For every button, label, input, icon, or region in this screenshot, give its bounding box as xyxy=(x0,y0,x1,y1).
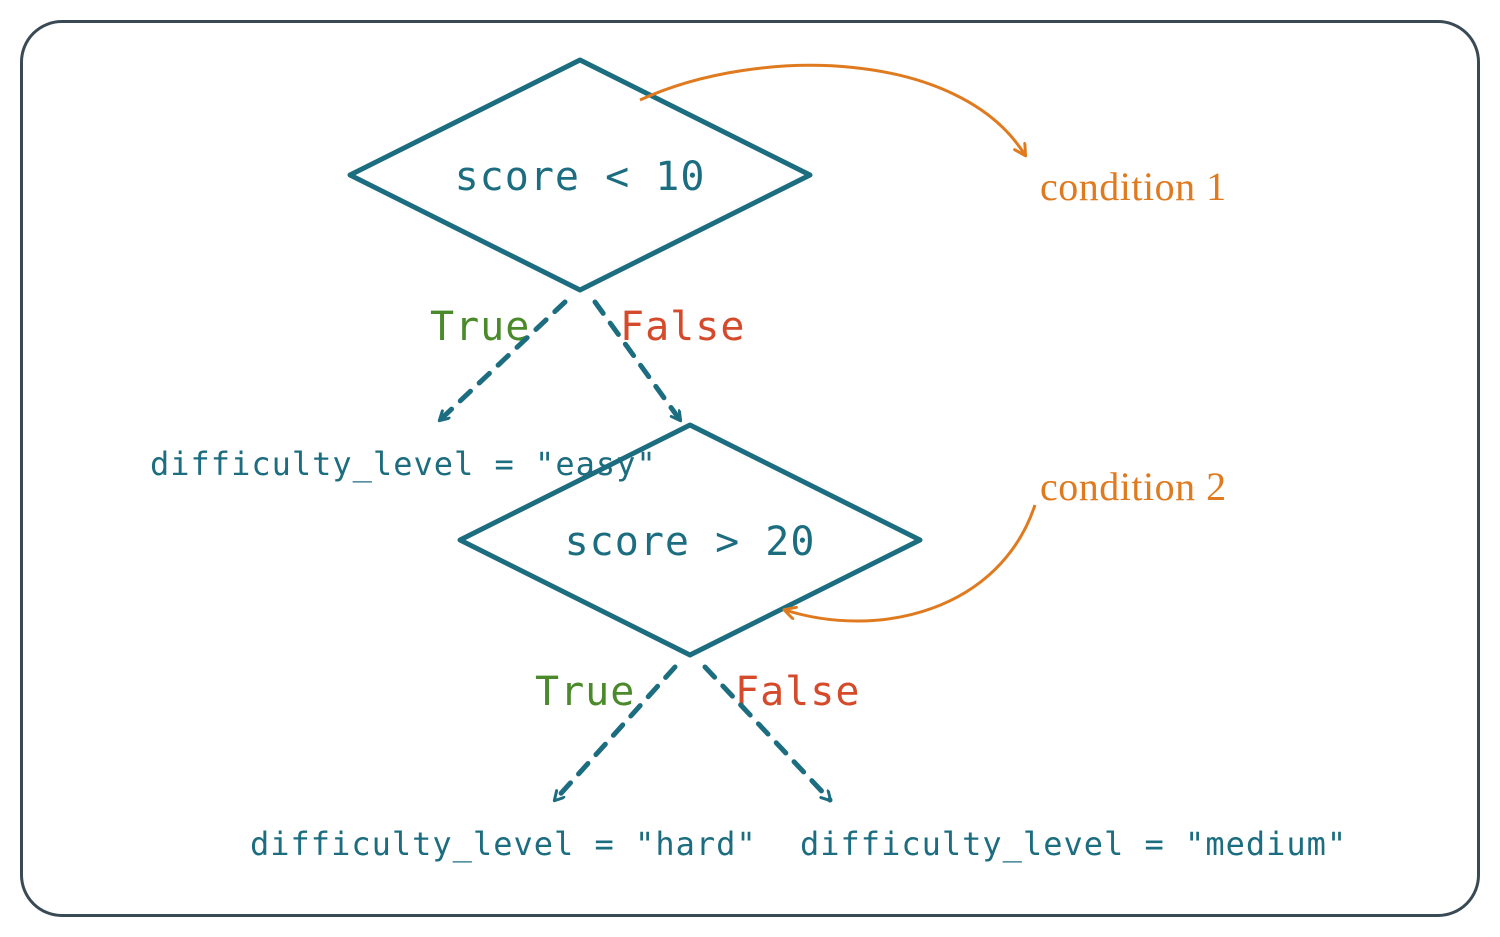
result-medium: difficulty_level = "medium" xyxy=(800,825,1347,863)
annotation-1-label: condition 1 xyxy=(1040,164,1227,209)
decision-2-text: score > 20 xyxy=(565,519,816,565)
branch2-false-label: False xyxy=(735,669,860,715)
branch1-true-label: True xyxy=(430,304,530,350)
annotation-arrow-1 xyxy=(640,65,1025,155)
branch2-true-label: True xyxy=(535,669,635,715)
annotation-2-label: condition 2 xyxy=(1040,464,1227,509)
annotation-arrow-2 xyxy=(785,505,1035,621)
decision-1-text: score < 10 xyxy=(455,154,706,200)
branch1-false-label: False xyxy=(620,304,745,350)
result-hard: difficulty_level = "hard" xyxy=(250,825,757,863)
flowchart-svg: score < 10 condition 1 True False diffic… xyxy=(0,0,1500,937)
